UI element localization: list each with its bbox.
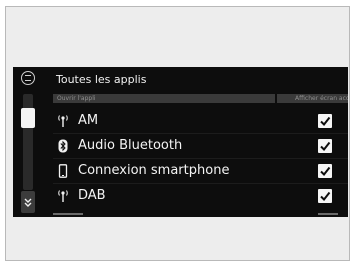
list-item-label: DAB [78, 188, 106, 203]
antenna-icon [57, 189, 69, 203]
show-on-home-checkbox[interactable] [318, 139, 332, 153]
list-item-label: Connexion smartphone [78, 163, 230, 178]
list-item-audio-bluetooth[interactable]: Audio Bluetooth [53, 134, 348, 158]
chevron-down-icon [24, 198, 32, 207]
scroll-down-button[interactable] [21, 191, 35, 213]
checkmark-icon [320, 191, 331, 202]
smartphone-icon [57, 164, 69, 178]
show-on-home-checkbox[interactable] [318, 114, 332, 128]
next-row-edge [53, 213, 83, 215]
bluetooth-icon [57, 139, 69, 153]
app-list-screen: Toutes les applis Ouvrir l'appli Affiche… [13, 67, 348, 217]
show-on-home-checkbox[interactable] [318, 164, 332, 178]
manual-figure-frame: Toutes les applis Ouvrir l'appli Affiche… [5, 6, 350, 261]
checkmark-icon [320, 141, 331, 152]
scrollbar-thumb[interactable] [21, 108, 35, 128]
checkmark-icon [320, 116, 331, 127]
list-item-smartphone-connection[interactable]: Connexion smartphone [53, 159, 348, 183]
list-item-label: Audio Bluetooth [78, 138, 183, 153]
list-item-label: AM [78, 113, 99, 128]
list-item-dab[interactable]: DAB [53, 184, 348, 208]
list-item-am[interactable]: AM [53, 109, 348, 133]
antenna-icon [57, 114, 69, 128]
next-row-checkbox-edge [318, 213, 338, 215]
page-title: Toutes les applis [56, 73, 147, 86]
show-on-home-checkbox[interactable] [318, 189, 332, 203]
column-header-show-home: Afficher écran acc. [277, 94, 348, 103]
checkmark-icon [320, 166, 331, 177]
left-rail [16, 67, 44, 217]
home-icon[interactable] [21, 71, 35, 85]
column-header-open-app: Ouvrir l'appli [53, 94, 275, 103]
